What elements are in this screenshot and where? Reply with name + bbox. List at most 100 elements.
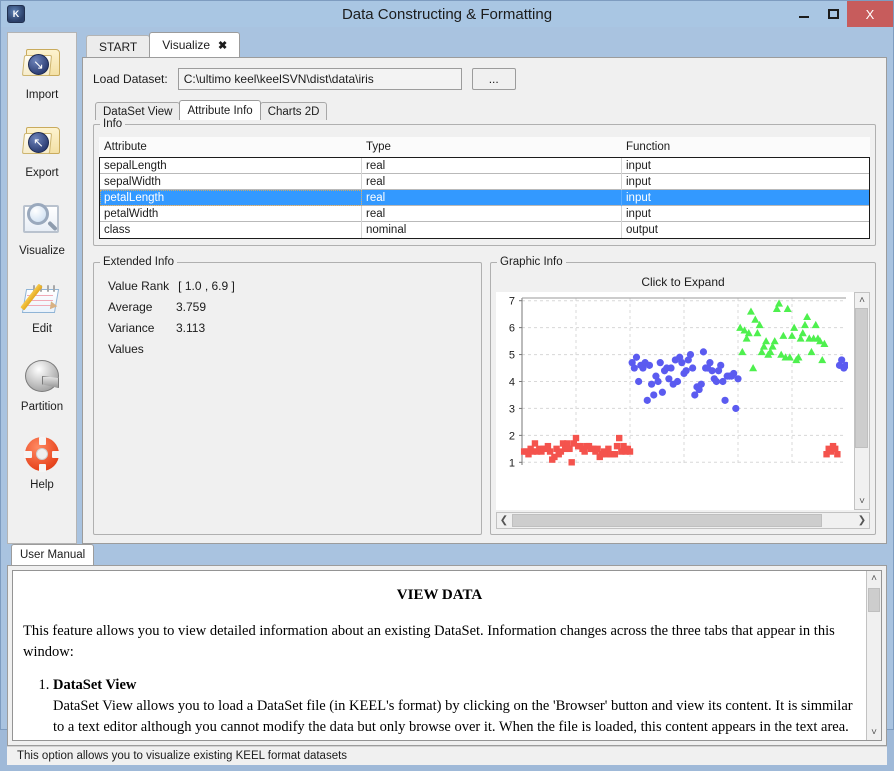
subtab-attribute-info[interactable]: Attribute Info	[179, 100, 261, 120]
manual-scroll-thumb[interactable]	[868, 588, 880, 612]
cell-function: input	[626, 175, 651, 188]
cell-type: real	[362, 205, 622, 222]
svg-text:2: 2	[509, 430, 515, 442]
sidebar-label-import: Import	[25, 89, 59, 101]
manual-panel: VIEW DATA This feature allows you to vie…	[7, 565, 887, 746]
sidebar-item-visualize[interactable]: Visualize	[8, 197, 76, 275]
column-header-attribute[interactable]: Attribute	[99, 137, 361, 158]
extended-info-legend: Extended Info	[100, 256, 177, 268]
load-dataset-label: Load Dataset:	[93, 72, 168, 86]
minimize-icon	[799, 16, 809, 18]
tab-close-icon[interactable]: ✖	[218, 39, 227, 52]
table-row[interactable]: petalWidth real input	[100, 205, 869, 222]
chart-row: 1 2 3 4 5 6 7 ˄ ˅	[496, 292, 870, 510]
cell-type: nominal	[362, 222, 622, 238]
horizontal-scroll-thumb[interactable]	[512, 514, 822, 527]
vertical-scroll-thumb[interactable]	[855, 308, 868, 448]
manual-scrollbar[interactable]: ˄ ˅	[866, 571, 881, 740]
tab-start[interactable]: START	[86, 35, 151, 57]
minimize-button[interactable]	[789, 1, 819, 27]
svg-text:6: 6	[509, 323, 515, 335]
info-legend: Info	[100, 118, 126, 130]
variance-label: Variance	[108, 320, 155, 335]
sidebar-label-edit: Edit	[32, 323, 52, 335]
export-folder-icon: ↖	[19, 119, 65, 165]
visualize-panel: Load Dataset: C:\ultimo keel\keelSVN\dis…	[82, 57, 887, 544]
horizontal-scroll-track[interactable]	[511, 513, 855, 528]
dataset-path-input[interactable]: C:\ultimo keel\keelSVN\dist\data\iris	[177, 68, 462, 90]
sidebar: ↘ Import ↖ Export Visualize Edit Partiti…	[7, 32, 77, 544]
table-row-selected[interactable]: petalLength real input	[100, 189, 869, 206]
graphic-info-group: Graphic Info Click to Expand 1234567 ˄ ˅…	[490, 256, 876, 535]
chart-expand-label[interactable]: Click to Expand	[496, 275, 870, 292]
sub-tab-strip: DataSet View Attribute Info Charts 2D	[93, 100, 876, 120]
value-rank-value: [ 1.0 , 6.9 ]	[178, 278, 235, 293]
chart-wrapper: 1234567 ˄ ˅ ❮ ❯	[496, 292, 870, 529]
cell-type: real	[362, 189, 622, 206]
cell-attribute: class	[100, 222, 362, 238]
scatter-plot-svg: 1 2 3 4 5 6 7	[509, 296, 848, 469]
chart-vertical-scrollbar[interactable]: ˄ ˅	[854, 292, 870, 510]
scatter-plot[interactable]: 1 2 3 4 5 6 7	[496, 292, 854, 510]
sidebar-item-edit[interactable]: Edit	[8, 275, 76, 353]
lifebuoy-icon	[19, 431, 65, 477]
table-header: Attribute Type Function	[99, 137, 870, 158]
manual-document: VIEW DATA This feature allows you to vie…	[12, 570, 882, 741]
load-dataset-row: Load Dataset: C:\ultimo keel\keelSVN\dis…	[93, 68, 876, 90]
chart-horizontal-scrollbar[interactable]: ❮ ❯	[496, 512, 870, 529]
sidebar-item-import[interactable]: ↘ Import	[8, 41, 76, 119]
average-label: Average	[108, 299, 153, 314]
manual-scroll-down-icon[interactable]: ˅	[867, 725, 881, 740]
scroll-down-icon[interactable]: ˅	[855, 494, 869, 509]
table-body: sepalLength real input sepalWidth real i…	[99, 157, 870, 239]
manual-region: User Manual VIEW DATA This feature allow…	[7, 544, 887, 771]
table-row[interactable]: sepalWidth real input	[100, 173, 869, 190]
graphic-info-legend: Graphic Info	[497, 256, 566, 268]
cell-function: input	[626, 207, 651, 220]
column-header-function[interactable]: Function	[621, 137, 870, 158]
cell-type: real	[362, 157, 622, 174]
cell-attribute: sepalWidth	[100, 173, 362, 190]
maximize-button[interactable]	[819, 1, 847, 27]
variance-row: Variance 3.113	[102, 317, 473, 338]
tab-visualize[interactable]: Visualize ✖	[149, 32, 241, 57]
column-header-type[interactable]: Type	[361, 137, 621, 158]
average-row: Average 3.759	[102, 296, 473, 317]
window-body: ↘ Import ↖ Export Visualize Edit Partiti…	[1, 27, 893, 771]
tab-user-manual[interactable]: User Manual	[11, 544, 95, 565]
average-value: 3.759	[176, 299, 207, 314]
status-bar: This option allows you to visualize exis…	[7, 745, 887, 765]
sidebar-item-help[interactable]: Help	[8, 431, 76, 509]
cell-function: input	[626, 191, 651, 204]
close-button[interactable]: X	[847, 1, 893, 27]
scroll-up-icon[interactable]: ˄	[855, 293, 869, 308]
svg-text:5: 5	[509, 350, 515, 362]
tab-strip: START Visualize ✖	[82, 32, 887, 57]
table-row[interactable]: sepalLength real input	[100, 157, 869, 174]
svg-text:4: 4	[509, 377, 515, 389]
pencil-notepad-icon	[19, 275, 65, 321]
subtab-charts-2d[interactable]: Charts 2D	[259, 102, 328, 120]
values-row: Values	[102, 338, 473, 359]
table-row[interactable]: class nominal output	[100, 222, 869, 238]
manual-intro: This feature allows you to view detailed…	[23, 622, 835, 660]
main-region: START Visualize ✖ Load Dataset: C:\ultim…	[82, 32, 887, 544]
manual-item-clipped: to a text editor although you cannot mod…	[53, 718, 849, 735]
manual-scroll-up-icon[interactable]: ˄	[867, 571, 881, 586]
cell-type: real	[362, 173, 622, 190]
manual-item-heading: DataSet View	[53, 676, 137, 693]
pie-chart-icon	[19, 353, 65, 399]
magnifier-icon	[19, 197, 65, 243]
scroll-right-icon[interactable]: ❯	[855, 513, 869, 528]
vertical-scroll-track[interactable]	[854, 308, 870, 494]
sidebar-item-export[interactable]: ↖ Export	[8, 119, 76, 197]
title-bar: K Data Constructing & Formatting X	[1, 1, 893, 27]
scroll-left-icon[interactable]: ❮	[497, 513, 511, 528]
keel-app-icon: K	[7, 5, 25, 23]
cell-attribute: petalWidth	[100, 205, 362, 222]
cell-attribute: sepalLength	[100, 157, 362, 174]
upper-region: ↘ Import ↖ Export Visualize Edit Partiti…	[7, 32, 887, 544]
browse-button[interactable]: ...	[471, 68, 516, 90]
sidebar-label-partition: Partition	[20, 401, 64, 413]
sidebar-item-partition[interactable]: Partition	[8, 353, 76, 431]
